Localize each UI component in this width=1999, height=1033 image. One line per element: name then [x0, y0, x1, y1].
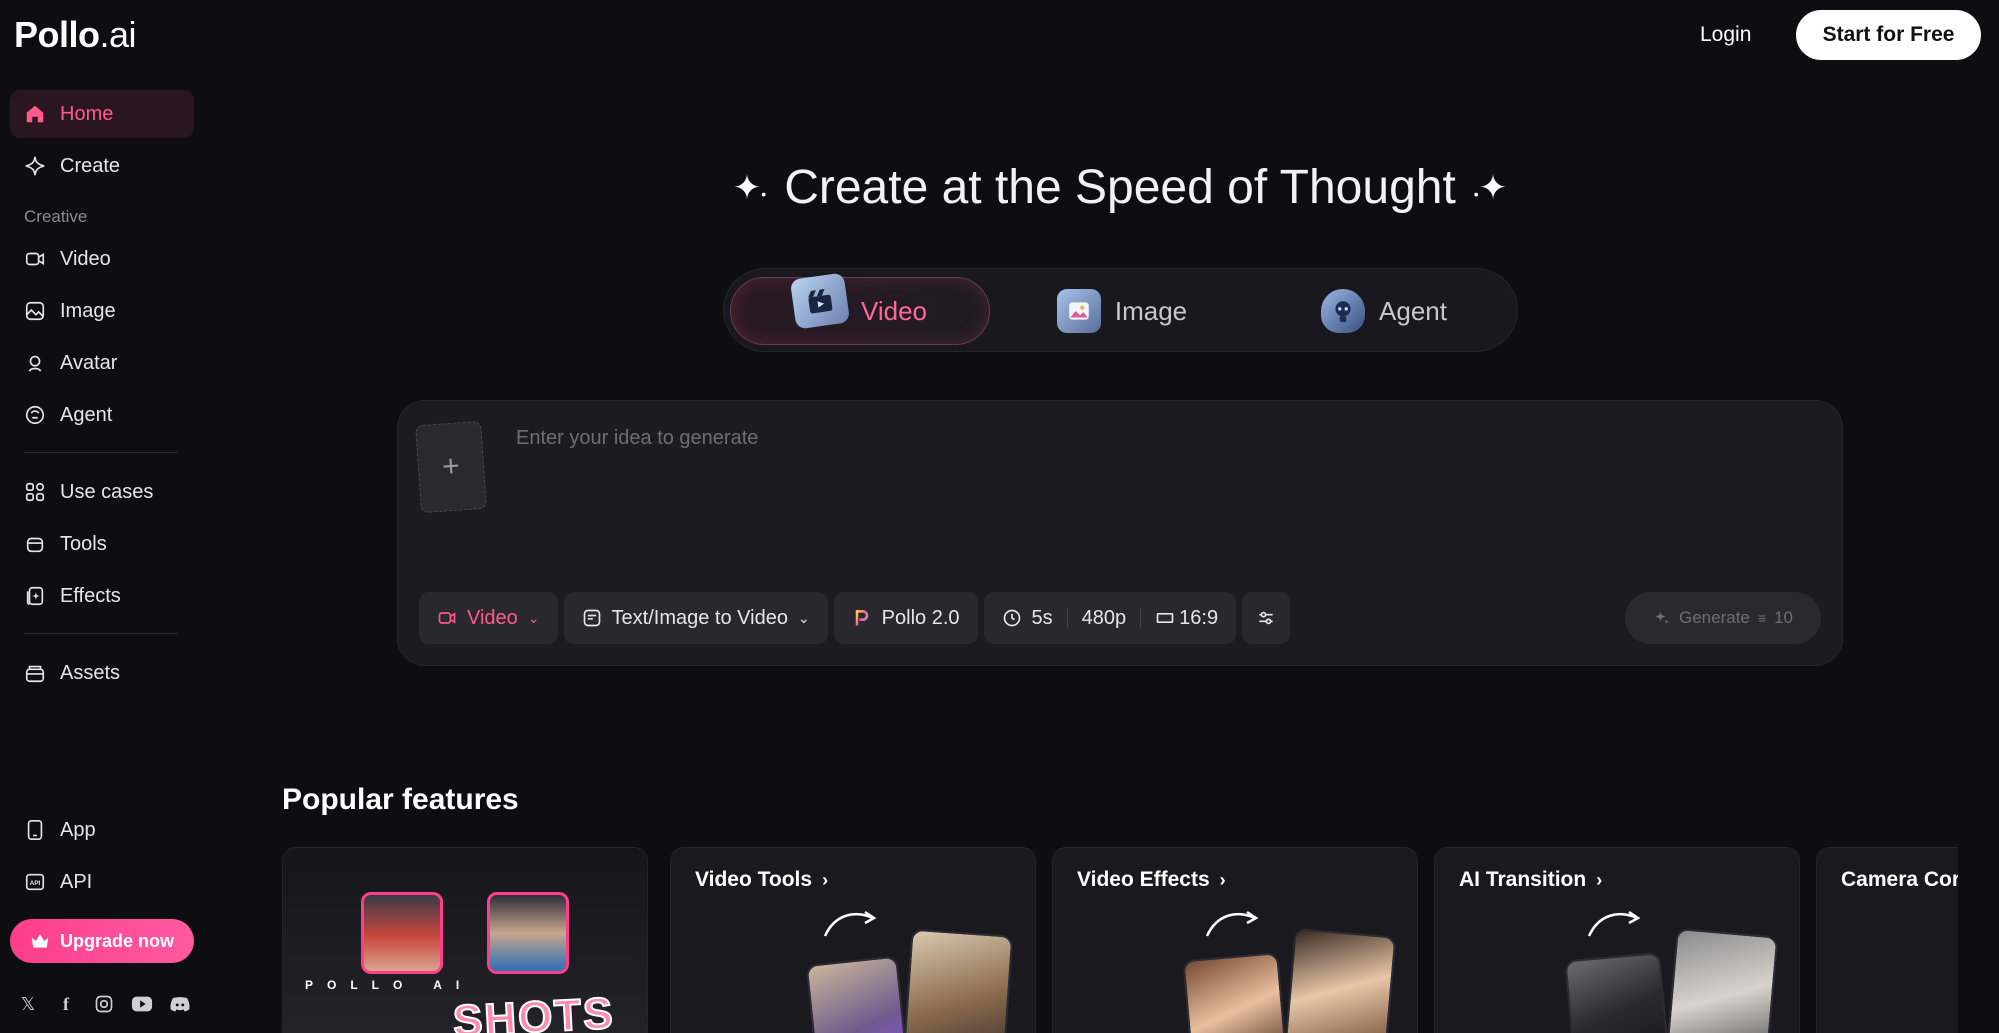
chevron-right-icon: ›: [822, 869, 829, 890]
youtube-icon[interactable]: [130, 992, 154, 1016]
feature-card-video-tools[interactable]: Video Tools ›: [670, 847, 1036, 1033]
login-link[interactable]: Login: [1700, 18, 1751, 52]
feature-card-ai-transition[interactable]: AI Transition ›: [1434, 847, 1800, 1033]
home-icon: [26, 105, 44, 123]
chevron-down-icon: ⌄: [527, 609, 540, 626]
feature-card-video-effects[interactable]: Video Effects ›: [1052, 847, 1418, 1033]
model-select[interactable]: Pollo 2.0: [833, 592, 978, 644]
start-for-free-button[interactable]: Start for Free: [1796, 10, 1981, 60]
section-title-popular-features: Popular features: [282, 783, 519, 816]
sidebar-divider: [24, 633, 178, 634]
aspect-ratio-icon: [1156, 613, 1174, 623]
sparkle-icon: ✦•: [732, 168, 767, 207]
output-type-select[interactable]: Video ⌄: [419, 592, 558, 644]
sidebar-item-image[interactable]: Image: [10, 287, 194, 335]
sidebar-item-effects[interactable]: Effects: [10, 572, 194, 620]
clapperboard-icon: [789, 272, 851, 330]
plus-icon: +: [441, 449, 461, 484]
credits-icon: ≡: [1757, 610, 1767, 626]
clock-icon: [1003, 609, 1020, 627]
prompt-panel: + Video ⌄ Text/Image to Video ⌄ Pollo 2.…: [397, 400, 1843, 666]
agent-icon: [1321, 289, 1366, 333]
upload-image-button[interactable]: +: [415, 420, 487, 514]
chevron-right-icon: ›: [1219, 869, 1226, 890]
avatar-icon: [28, 355, 42, 372]
section-label-creative: Creative: [24, 207, 88, 226]
generation-mode-select[interactable]: Text/Image to Video ⌄: [563, 592, 828, 644]
tab-agent[interactable]: Agent: [1254, 277, 1514, 345]
facebook-icon[interactable]: f: [54, 992, 78, 1016]
tab-image[interactable]: Image: [992, 277, 1252, 345]
x-icon[interactable]: 𝕏: [16, 992, 40, 1016]
image-icon: [1056, 289, 1101, 333]
svg-text:API: API: [30, 880, 41, 887]
sidebar-item-app[interactable]: App: [10, 806, 194, 854]
image-icon: [25, 301, 45, 321]
preview-thumbnail: [902, 928, 1014, 1033]
preview-thumbnail: [1665, 927, 1779, 1033]
tab-video[interactable]: Video: [730, 272, 990, 345]
prompt-input[interactable]: [516, 427, 1796, 547]
sidebar-item-avatar[interactable]: Avatar: [10, 339, 194, 387]
mode-switch: Video Image Agent: [723, 268, 1518, 352]
api-icon: API: [25, 873, 45, 891]
sidebar-item-agent[interactable]: Agent: [10, 391, 194, 439]
discord-icon[interactable]: [168, 992, 192, 1016]
sidebar-item-create[interactable]: Create: [10, 142, 194, 190]
page-title: ✦• Create at the Speed of Thought •✦: [732, 161, 1508, 214]
sidebar: Pollo.ai Home Create Creative Video Imag…: [0, 0, 205, 1033]
sparkle-icon: [1655, 611, 1669, 624]
sidebar-item-api[interactable]: API API: [10, 858, 194, 906]
popular-features-carousel: POLLO AI SHOTS Video Tools › Video Effect…: [282, 847, 1958, 1033]
curved-arrow-icon: [823, 910, 877, 937]
crown-icon: [31, 934, 49, 948]
tools-icon: [26, 537, 44, 553]
curved-arrow-icon: [1205, 910, 1259, 937]
video-settings-select[interactable]: 5s 480p 16:9: [983, 592, 1237, 644]
instagram-icon[interactable]: [92, 992, 116, 1016]
video-icon: [25, 252, 45, 266]
logo[interactable]: Pollo.ai: [14, 14, 137, 56]
sparkle-icon: [25, 156, 45, 176]
sidebar-item-video[interactable]: Video: [10, 235, 194, 283]
banner-text: POLLO AI: [305, 978, 474, 992]
upgrade-button[interactable]: Upgrade now: [10, 919, 194, 963]
advanced-settings-button[interactable]: [1242, 592, 1291, 644]
sidebar-item-home[interactable]: Home: [10, 90, 194, 138]
feature-card-camera-control[interactable]: Camera Cor: [1816, 847, 1958, 1033]
chevron-down-icon: ⌄: [797, 609, 810, 626]
preview-thumbnail: [805, 955, 909, 1033]
preview-thumbnail: [1283, 927, 1397, 1033]
agent-icon: [25, 405, 45, 425]
phone-icon: [27, 820, 43, 840]
sliders-icon: [1259, 611, 1273, 625]
sidebar-item-use-cases[interactable]: Use cases: [10, 468, 194, 516]
sidebar-item-tools[interactable]: Tools: [10, 520, 194, 568]
banner-title: SHOTS: [451, 988, 617, 1033]
pollo-model-icon: [855, 610, 868, 626]
text-image-icon: [583, 609, 600, 627]
grid-icon: [25, 482, 45, 502]
prompt-toolbar: Video ⌄ Text/Image to Video ⌄ Pollo 2.0 …: [419, 592, 1291, 644]
generate-button[interactable]: Generate ≡ 10: [1625, 592, 1821, 644]
effects-icon: [26, 586, 44, 606]
sidebar-item-assets[interactable]: Assets: [10, 649, 194, 697]
preview-thumbnail: [1182, 952, 1288, 1033]
preview-thumbnail: [1564, 952, 1670, 1033]
sidebar-divider: [24, 452, 178, 453]
curved-arrow-icon: [1587, 910, 1641, 937]
video-icon: [438, 612, 456, 624]
social-links: 𝕏 f: [16, 992, 192, 1016]
sparkle-icon: •✦: [1473, 168, 1508, 207]
feature-card-shots[interactable]: POLLO AI SHOTS: [282, 847, 648, 1033]
face-thumbnail: [487, 892, 569, 974]
face-thumbnail: [361, 892, 443, 974]
chevron-right-icon: ›: [1596, 869, 1603, 890]
assets-icon: [25, 665, 45, 683]
